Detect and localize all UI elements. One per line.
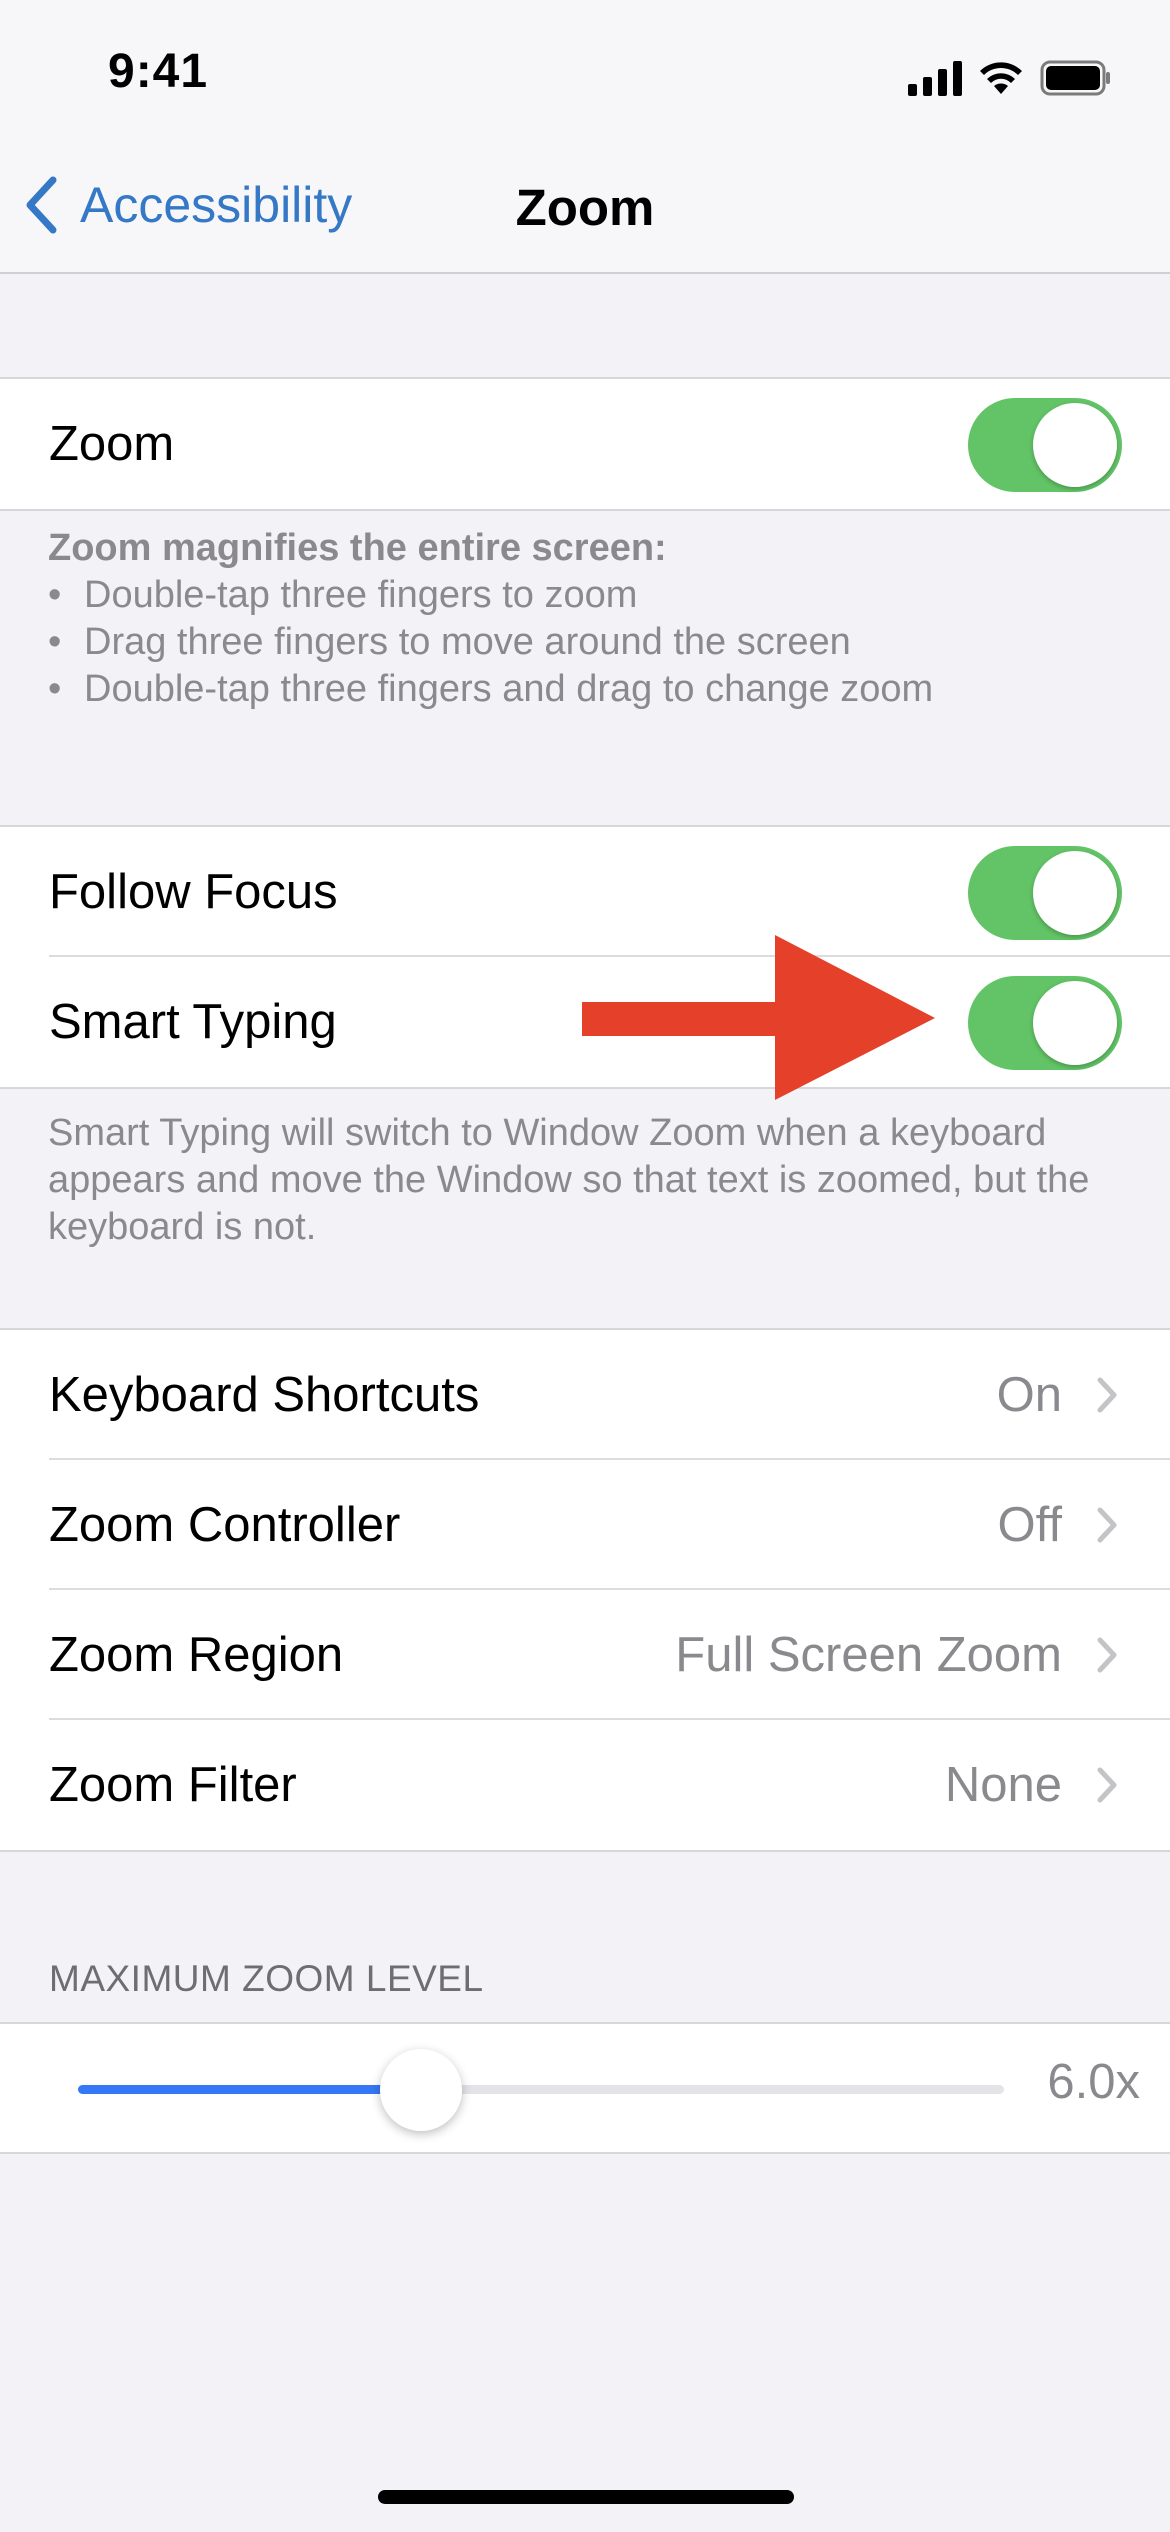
bullet-text: Drag three fingers to move around the sc… <box>84 621 851 663</box>
row-value: None <box>944 1758 1062 1812</box>
chevron-right-icon <box>1097 1377 1117 1413</box>
chevron-right-icon <box>1097 1637 1117 1673</box>
cellular-signal-icon <box>908 60 962 96</box>
row-label: Zoom Region <box>49 1628 344 1682</box>
zoom-controller-row[interactable]: Zoom Controller Off <box>0 1460 1170 1590</box>
smart-typing-toggle[interactable] <box>968 976 1122 1070</box>
red-arrow-annotation <box>582 935 935 1100</box>
status-icons <box>908 52 1112 96</box>
row-label: Keyboard Shortcuts <box>49 1368 480 1422</box>
chevron-right-icon <box>1097 1507 1117 1543</box>
battery-icon <box>1040 60 1110 96</box>
status-bar: 9:41 <box>0 0 1170 150</box>
home-indicator <box>378 2490 794 2504</box>
bullet-text: Double-tap three fingers to zoom <box>84 574 638 616</box>
row-label: Zoom Filter <box>49 1758 297 1812</box>
zoom-toggle[interactable] <box>968 398 1122 492</box>
follow-focus-label: Follow Focus <box>49 865 338 919</box>
zoom-settings-group: Keyboard Shortcuts On Zoom Controller Of… <box>0 1328 1170 1852</box>
toggle-knob <box>1033 981 1117 1065</box>
zoom-group: Zoom <box>0 377 1170 511</box>
slider-fill <box>78 2085 421 2094</box>
bullet-text: Double-tap three fingers and drag to cha… <box>84 668 934 710</box>
max-zoom-slider[interactable] <box>78 2049 1004 2131</box>
zoom-description: Zoom magnifies the entire screen: • Doubl… <box>48 525 1130 713</box>
zoom-filter-row[interactable]: Zoom Filter None <box>0 1720 1170 1850</box>
zoom-region-row[interactable]: Zoom Region Full Screen Zoom <box>0 1590 1170 1720</box>
toggle-knob <box>1033 851 1117 935</box>
zoom-description-heading: Zoom magnifies the entire screen: <box>48 527 667 569</box>
max-zoom-value: 6.0x <box>1047 2055 1140 2109</box>
row-value: Off <box>997 1498 1062 1552</box>
smart-typing-label: Smart Typing <box>49 995 337 1049</box>
zoom-label: Zoom <box>49 417 175 471</box>
list-item: • Double-tap three fingers and drag to ch… <box>48 666 1130 713</box>
section-header-max-zoom: MAXIMUM ZOOM LEVEL <box>49 1958 484 1999</box>
row-value: On <box>996 1368 1062 1422</box>
follow-focus-toggle[interactable] <box>968 846 1122 940</box>
zoom-row: Zoom <box>0 379 1170 509</box>
slider-thumb[interactable] <box>379 2049 462 2131</box>
keyboard-shortcuts-row[interactable]: Keyboard Shortcuts On <box>0 1330 1170 1460</box>
chevron-right-icon <box>1097 1767 1117 1803</box>
wifi-icon <box>980 62 1022 94</box>
navigation-bar: Accessibility Zoom <box>0 150 1170 274</box>
smart-typing-description: Smart Typing will switch to Window Zoom … <box>48 1112 1090 1248</box>
row-value: Full Screen Zoom <box>675 1628 1062 1682</box>
list-item: • Double-tap three fingers to zoom <box>48 572 1130 619</box>
page-title: Zoom <box>515 179 655 236</box>
status-time: 9:41 <box>108 45 209 98</box>
row-label: Zoom Controller <box>49 1498 401 1552</box>
toggle-knob <box>1033 403 1117 487</box>
list-item: • Drag three fingers to move around the s… <box>48 619 1130 666</box>
